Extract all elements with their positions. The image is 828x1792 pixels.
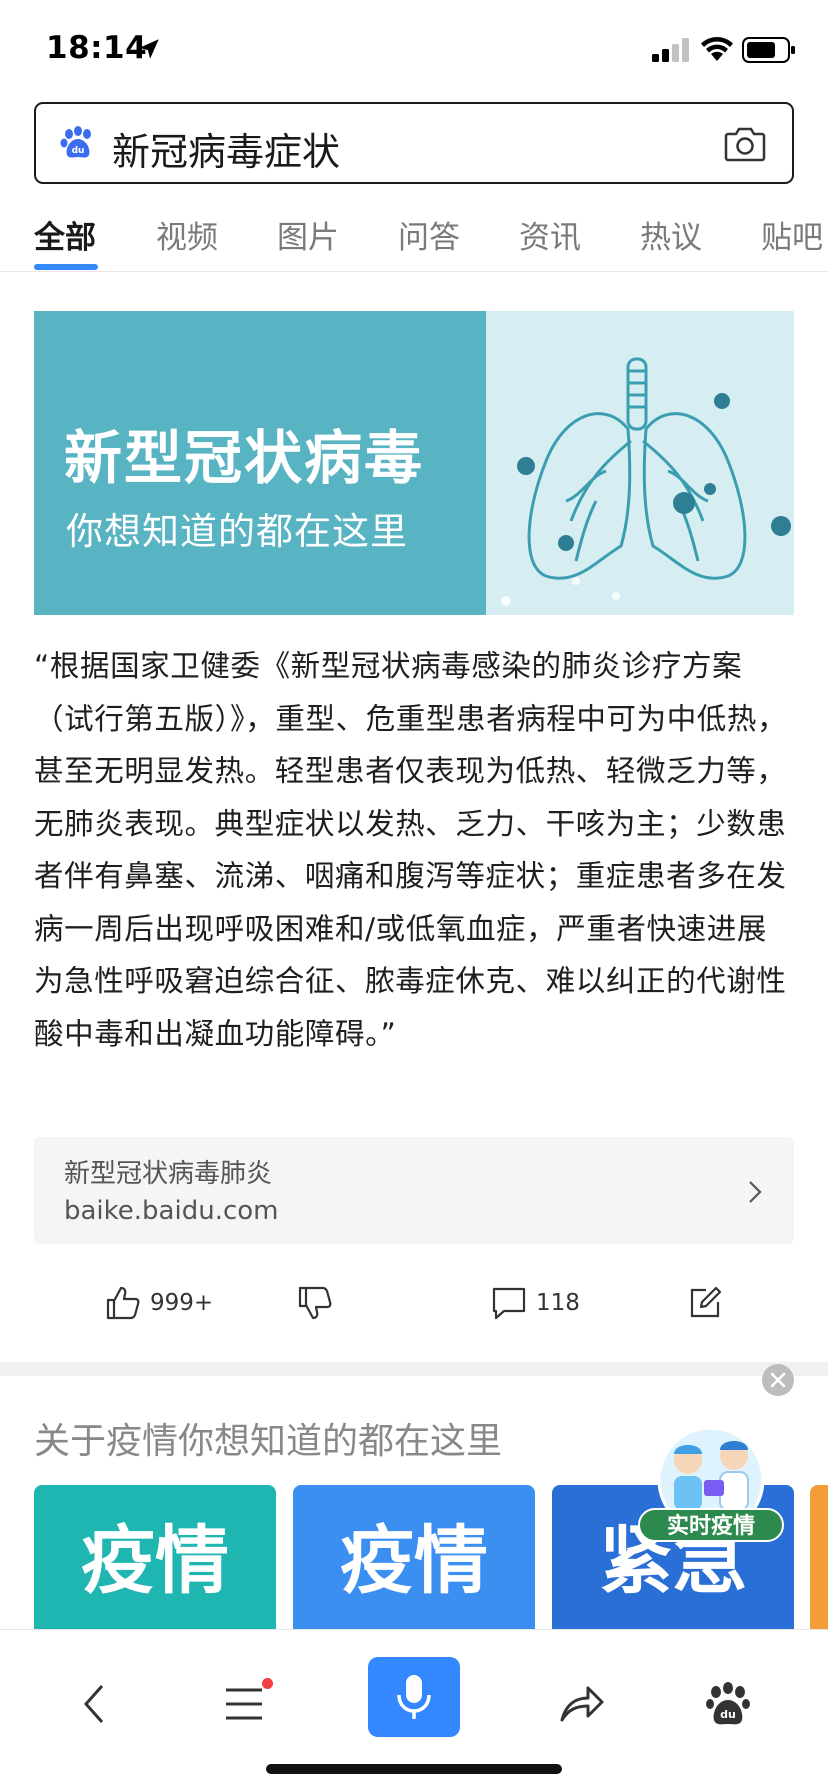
home-indicator	[266, 1764, 562, 1774]
baidu-home-icon[interactable]: du	[704, 1680, 752, 1728]
comment-button[interactable]: 118	[490, 1280, 580, 1326]
source-url: baike.baidu.com	[64, 1196, 279, 1226]
tab-qa[interactable]: 问答	[398, 212, 460, 257]
like-count: 999+	[150, 1290, 214, 1316]
location-arrow-icon	[139, 39, 159, 59]
banner-title: 新型冠状病毒	[64, 424, 425, 492]
tab-images[interactable]: 图片	[277, 212, 339, 257]
edit-button[interactable]	[686, 1280, 724, 1326]
chevron-right-icon	[749, 1181, 762, 1203]
svg-text:du: du	[720, 1708, 736, 1721]
lungs-illustration	[501, 357, 791, 606]
edit-icon	[690, 1286, 722, 1318]
search-tabs: 全部 视频 图片 问答 资讯 热议 贴吧	[0, 200, 828, 272]
close-button[interactable]	[762, 1364, 794, 1396]
covid-banner[interactable]: 新型冠状病毒 你想知道的都在这里	[34, 311, 794, 615]
search-input[interactable]: 新冠病毒症状	[112, 121, 340, 176]
battery-icon	[742, 37, 795, 63]
epidemic-section-title: 关于疫情你想知道的都在这里	[34, 1421, 503, 1462]
like-button[interactable]: 999+	[104, 1280, 213, 1326]
bottom-nav-bar: du	[0, 1629, 828, 1792]
tab-tieba[interactable]: 贴吧	[761, 212, 823, 257]
voice-search-button[interactable]	[368, 1657, 460, 1737]
card-title: 疫情	[81, 1518, 229, 1604]
search-box[interactable]: du 新冠病毒症状	[34, 102, 794, 184]
section-divider	[0, 1362, 828, 1376]
tab-all[interactable]: 全部	[34, 212, 96, 257]
close-icon	[770, 1372, 786, 1388]
epidemic-card-partial[interactable]	[810, 1485, 828, 1629]
thumbs-down-icon	[298, 1286, 332, 1320]
epidemic-card[interactable]: 疫情	[34, 1485, 276, 1629]
camera-icon[interactable]	[724, 124, 766, 162]
back-icon[interactable]	[72, 1680, 120, 1728]
thumbs-up-icon	[106, 1286, 140, 1320]
tab-news[interactable]: 资讯	[519, 212, 581, 257]
comment-icon	[492, 1287, 526, 1320]
tab-hot-discussion[interactable]: 热议	[640, 212, 702, 257]
microphone-icon	[397, 1675, 431, 1719]
svg-text:du: du	[72, 146, 85, 156]
article-snippet[interactable]: “根据国家卫健委《新型冠状病毒感染的肺炎诊疗方案（试行第五版）》，重型、危重型患…	[34, 640, 796, 1060]
realtime-epidemic-badge[interactable]: 实时疫情	[638, 1420, 784, 1542]
badge-label: 实时疫情	[638, 1508, 784, 1542]
source-title: 新型冠状病毒肺炎	[64, 1159, 273, 1189]
notification-dot	[262, 1678, 273, 1689]
source-card[interactable]: 新型冠状病毒肺炎 baike.baidu.com	[34, 1137, 794, 1244]
comment-count: 118	[536, 1290, 580, 1316]
baidu-paw-icon: du	[60, 126, 91, 158]
share-icon[interactable]	[558, 1680, 606, 1728]
card-title: 疫情	[340, 1518, 488, 1604]
dislike-button[interactable]	[296, 1280, 334, 1326]
epidemic-card[interactable]: 疫情	[293, 1485, 535, 1629]
wifi-icon	[701, 37, 733, 61]
doctors-illustration	[657, 1426, 765, 1520]
status-bar: 18:14	[0, 0, 828, 100]
banner-subtitle: 你想知道的都在这里	[66, 510, 408, 553]
active-tab-indicator	[34, 264, 98, 270]
cellular-signal-icon	[652, 38, 689, 62]
status-time: 18:14	[46, 30, 148, 66]
tab-video[interactable]: 视频	[156, 212, 218, 257]
action-row: 999+ 118	[0, 1280, 828, 1326]
